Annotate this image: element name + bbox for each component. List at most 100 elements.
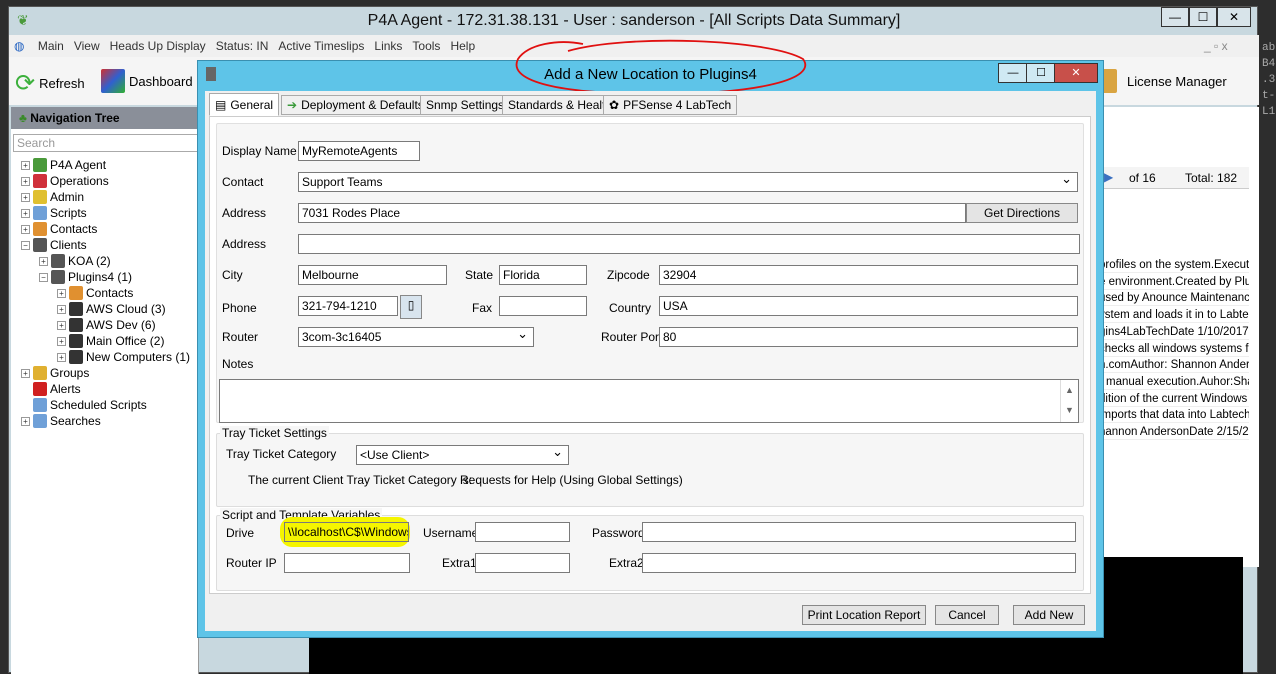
maximize-button[interactable]: ☐ — [1189, 7, 1217, 27]
tree-item[interactable]: + Contacts — [21, 221, 97, 237]
tree-item[interactable]: + P4A Agent — [21, 157, 106, 173]
license-manager-button[interactable]: License Manager — [1099, 69, 1227, 93]
tray-category-label: Tray Ticket Category — [226, 447, 337, 461]
menu-tools[interactable]: Tools — [407, 35, 445, 57]
expand-toggle[interactable]: + — [39, 256, 48, 266]
address2-input[interactable] — [298, 234, 1080, 254]
dashboard-button[interactable]: Dashboard — [101, 69, 193, 93]
tree-item[interactable]: + KOA (2) — [39, 253, 111, 269]
script-description-row[interactable]: e environment.Created by Plugi — [1099, 274, 1249, 290]
app-logo-icon: ❦ — [17, 12, 29, 28]
print-report-button[interactable]: Print Location Report — [802, 605, 926, 625]
tree-item[interactable]: + Admin — [21, 189, 84, 205]
tree-item-label: Groups — [50, 366, 90, 380]
menu-status[interactable]: Status: IN — [211, 35, 274, 57]
phone-input[interactable]: 321-794-1210 — [298, 296, 398, 316]
next-page-icon[interactable]: ▶ — [1104, 170, 1113, 184]
tree-item[interactable]: + AWS Dev (6) — [57, 317, 156, 333]
tray-group-title: Tray Ticket Settings — [220, 426, 329, 440]
script-description-row[interactable]: hannon AndersonDate 2/15/20 — [1099, 424, 1249, 440]
username-input[interactable] — [475, 522, 570, 542]
minimize-button[interactable]: — — [1161, 7, 1189, 27]
country-input[interactable]: USA — [659, 296, 1078, 316]
tab-general[interactable]: ▤ General — [209, 93, 280, 116]
tree-item[interactable]: Scheduled Scripts — [21, 397, 147, 413]
tab-snmp[interactable]: Snmp Settings — [420, 95, 511, 115]
notes-scrollbar[interactable]: ▲ ▼ — [1060, 380, 1078, 422]
tree-node-icon — [33, 190, 47, 204]
expand-toggle[interactable]: + — [21, 208, 30, 218]
tree-item[interactable]: − Clients — [21, 237, 87, 253]
expand-toggle[interactable]: + — [21, 368, 30, 378]
tree-item[interactable]: + Searches — [21, 413, 101, 429]
refresh-button[interactable]: ⟳ Refresh — [15, 69, 85, 98]
script-description-row[interactable]: checks all windows systems fo — [1099, 341, 1249, 357]
state-input[interactable]: Florida — [499, 265, 587, 285]
dialog-maximize-button[interactable]: ☐ — [1026, 63, 1056, 83]
mdi-controls[interactable]: _ ▫ x — [1199, 35, 1233, 57]
script-description-row[interactable]: ystem and loads it in to Labtech — [1099, 307, 1249, 324]
tree-item[interactable]: + Main Office (2) — [57, 333, 164, 349]
expand-toggle[interactable]: + — [21, 416, 30, 426]
script-description-row[interactable]: profiles on the system.Executes — [1099, 257, 1249, 273]
get-directions-button[interactable]: Get Directions — [966, 203, 1078, 223]
dialog-close-button[interactable]: ✕ — [1054, 63, 1098, 83]
script-description-row[interactable]: used by Anounce Maintenance — [1099, 290, 1249, 307]
expand-toggle[interactable]: + — [57, 352, 66, 362]
cancel-button[interactable]: Cancel — [935, 605, 999, 625]
password-input[interactable] — [642, 522, 1076, 542]
tab-deployment[interactable]: ➔ Deployment & Defaults — [281, 95, 430, 115]
expand-toggle[interactable]: + — [57, 304, 66, 314]
city-input[interactable]: Melbourne — [298, 265, 447, 285]
expand-toggle[interactable]: − — [21, 240, 30, 250]
tree-item[interactable]: + Operations — [21, 173, 109, 189]
contact-select[interactable]: Support Teams — [298, 172, 1078, 192]
fax-input[interactable] — [499, 296, 587, 316]
drive-input[interactable]: \\localhost\C$\Windows — [284, 522, 409, 542]
display-name-input[interactable]: MyRemoteAgents — [298, 141, 420, 161]
expand-toggle[interactable]: + — [21, 224, 30, 234]
menu-view[interactable]: View — [69, 35, 105, 57]
expand-toggle[interactable]: + — [57, 320, 66, 330]
menu-main[interactable]: Main — [33, 35, 69, 57]
tree-item[interactable]: + New Computers (1) — [57, 349, 190, 365]
close-button[interactable]: ✕ — [1217, 7, 1251, 27]
expand-toggle[interactable]: + — [21, 176, 30, 186]
menu-timeslips[interactable]: Active Timeslips — [273, 35, 369, 57]
tree-item[interactable]: + Scripts — [21, 205, 87, 221]
dial-phone-button[interactable]: ▯ — [400, 295, 422, 319]
expand-toggle[interactable]: + — [21, 160, 30, 170]
extra1-input[interactable] — [475, 553, 570, 573]
dialog-minimize-button[interactable]: — — [998, 63, 1028, 83]
expand-toggle[interactable]: + — [21, 192, 30, 202]
add-new-button[interactable]: Add New — [1013, 605, 1085, 625]
menu-links[interactable]: Links — [369, 35, 407, 57]
script-description-row[interactable]: n.comAuthor: Shannon Anderso — [1099, 357, 1249, 374]
expand-toggle[interactable]: + — [57, 336, 66, 346]
menu-help[interactable]: Help — [445, 35, 480, 57]
tab-pfsense[interactable]: ✿ PFSense 4 LabTech — [603, 95, 738, 115]
menu-heads-up[interactable]: Heads Up Display — [105, 35, 211, 57]
address-input[interactable]: 7031 Rodes Place — [298, 203, 966, 223]
router-port-input[interactable]: 80 — [659, 327, 1078, 347]
tab-standards[interactable]: Standards & Health — [502, 95, 619, 115]
tree-item[interactable]: + AWS Cloud (3) — [57, 301, 166, 317]
script-description-row[interactable]: gins4LabTechDate 1/10/2017 — [1099, 324, 1249, 340]
tree-item[interactable]: − Plugins4 (1) — [39, 269, 132, 285]
tree-item[interactable]: Alerts — [21, 381, 81, 397]
zipcode-input[interactable]: 32904 — [659, 265, 1078, 285]
nav-search-input[interactable]: Search — [13, 134, 199, 152]
expand-toggle[interactable]: + — [57, 288, 66, 298]
script-description-row[interactable]: r manual execution.Auhor:Shan — [1099, 374, 1249, 390]
router-select[interactable]: 3com-3c16405 — [298, 327, 534, 347]
notes-textarea[interactable] — [219, 379, 1079, 423]
script-description-row[interactable]: dition of the current Windows B — [1099, 391, 1249, 407]
router-ip-input[interactable] — [284, 553, 410, 573]
script-description-row[interactable]: imports that data into Labtech. — [1099, 407, 1249, 424]
extra2-input[interactable] — [642, 553, 1076, 573]
address-label: Address — [222, 206, 267, 220]
tree-item[interactable]: + Groups — [21, 365, 89, 381]
expand-toggle[interactable]: − — [39, 272, 48, 282]
tray-category-select[interactable]: <Use Client> — [356, 445, 569, 465]
tree-item[interactable]: + Contacts — [57, 285, 133, 301]
